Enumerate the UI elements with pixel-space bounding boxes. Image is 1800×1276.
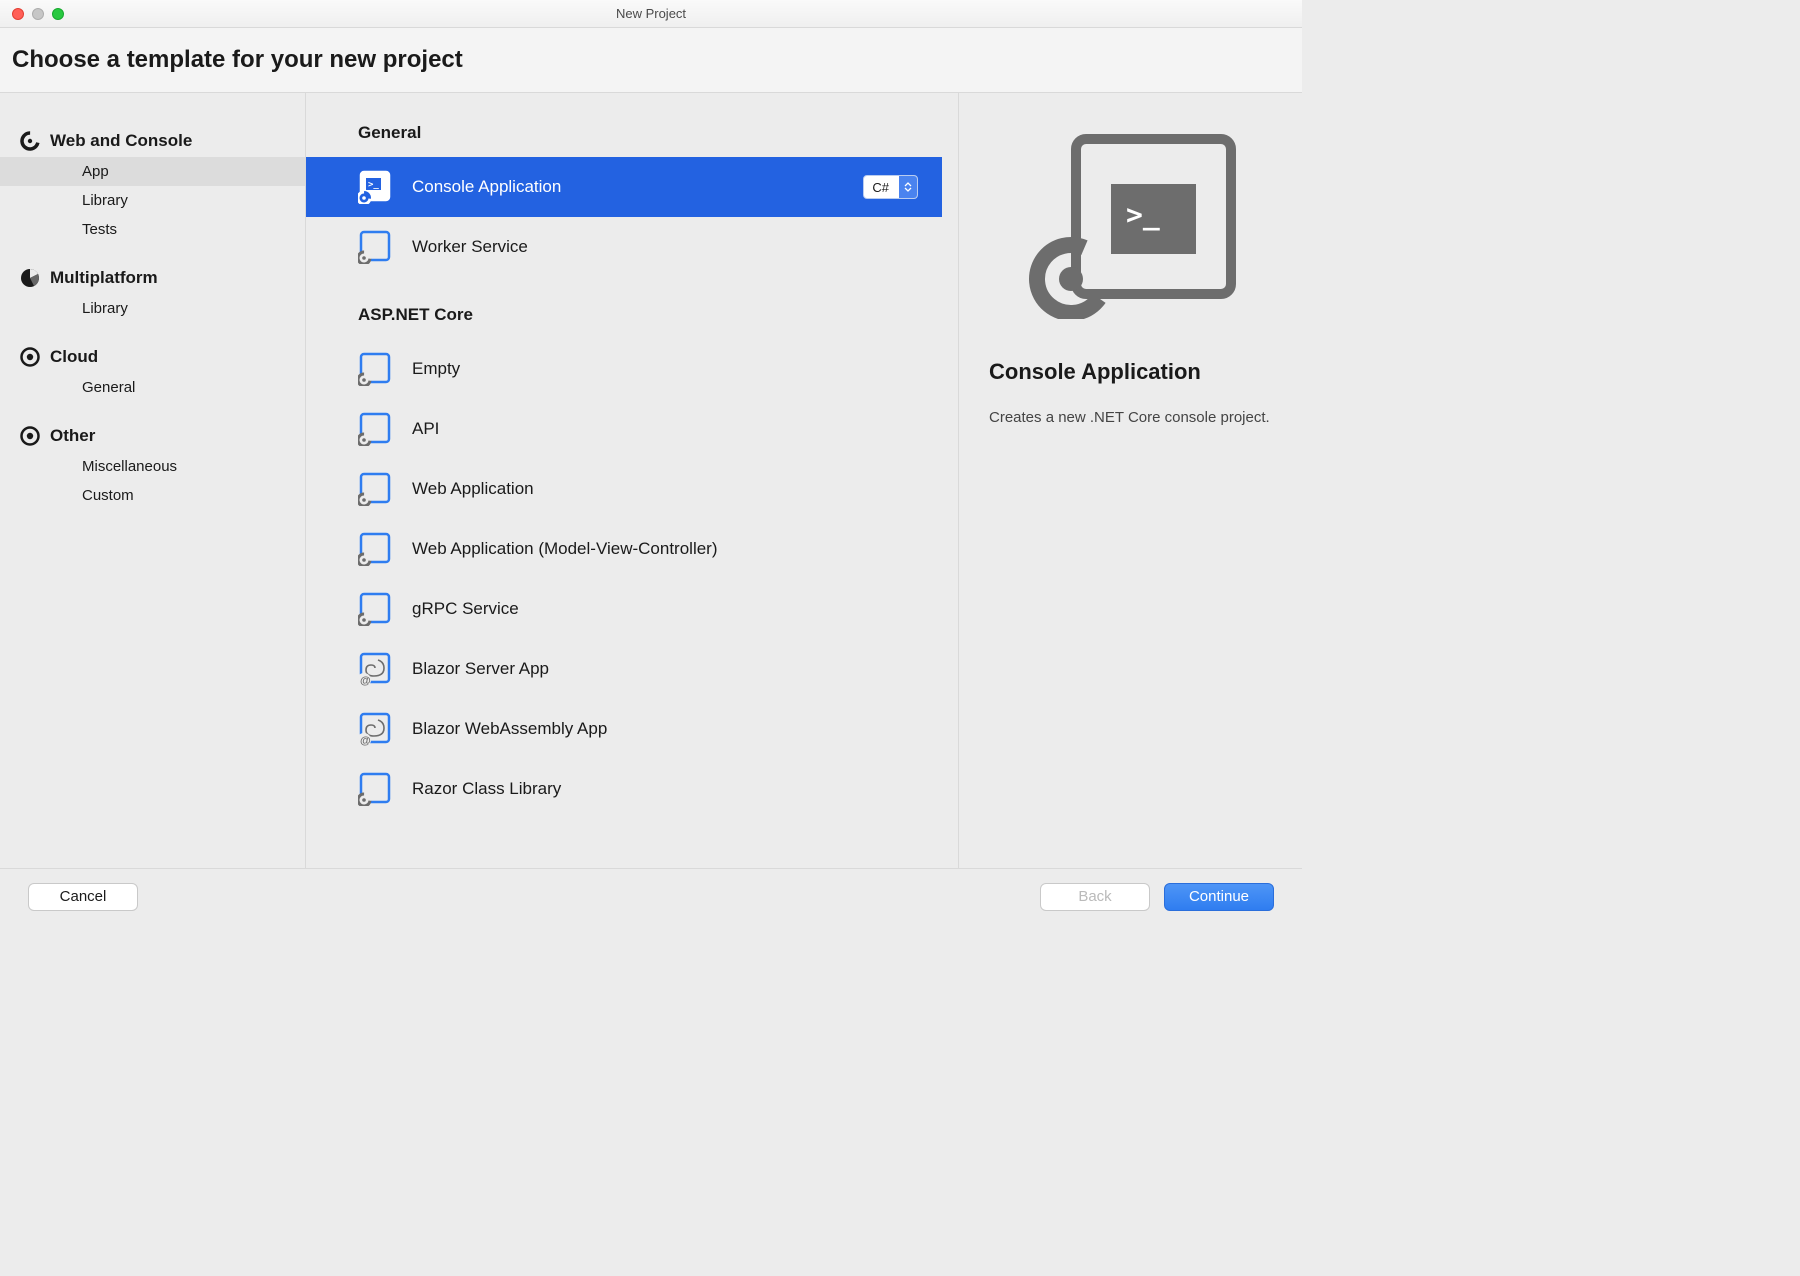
template-label: API xyxy=(412,419,918,439)
template-blazor-webassembly-app[interactable]: Blazor WebAssembly App xyxy=(306,699,942,759)
back-button[interactable]: Back xyxy=(1040,883,1150,911)
sidebar-item-library[interactable]: Library xyxy=(0,294,305,323)
dialog-footer: Cancel Back Continue xyxy=(0,868,1302,924)
content-area: Web and ConsoleAppLibraryTestsMultiplatf… xyxy=(0,93,1302,868)
sidebar-item-library[interactable]: Library xyxy=(0,186,305,215)
stepper-icon xyxy=(899,176,917,198)
sidebar-section-multiplatform[interactable]: Multiplatform xyxy=(0,262,305,294)
template-grpc-service[interactable]: gRPC Service xyxy=(306,579,942,639)
template-detail: >_ Console Application Creates a new .NE… xyxy=(958,93,1302,868)
sidebar-item-miscellaneous[interactable]: Miscellaneous xyxy=(0,452,305,481)
template-label: Web Application (Model-View-Controller) xyxy=(412,539,918,559)
template-blazor-server-app[interactable]: Blazor Server App xyxy=(306,639,942,699)
pie-icon xyxy=(20,268,40,288)
template-label: gRPC Service xyxy=(412,599,918,619)
sidebar-section-web-and-console[interactable]: Web and Console xyxy=(0,125,305,157)
template-console-application[interactable]: Console Application C# xyxy=(306,157,942,217)
target-icon xyxy=(20,347,40,367)
template-label: Empty xyxy=(412,359,918,379)
sidebar-section-other[interactable]: Other xyxy=(0,420,305,452)
spinner-icon xyxy=(20,131,40,151)
sidebar-section-label: Other xyxy=(50,426,95,446)
project-icon xyxy=(358,592,392,626)
project-icon xyxy=(358,412,392,446)
project-icon xyxy=(358,772,392,806)
sidebar-item-tests[interactable]: Tests xyxy=(0,215,305,244)
template-list[interactable]: GeneralConsole Application C# Worker Ser… xyxy=(306,93,958,868)
template-group-heading: ASP.NET Core xyxy=(306,277,942,339)
cancel-button[interactable]: Cancel xyxy=(28,883,138,911)
template-api[interactable]: API xyxy=(306,399,942,459)
template-razor-class-library[interactable]: Razor Class Library xyxy=(306,759,942,819)
language-value: C# xyxy=(864,180,899,195)
sidebar-section-label: Web and Console xyxy=(50,131,192,151)
template-worker-service[interactable]: Worker Service xyxy=(306,217,942,277)
project-icon xyxy=(358,230,392,264)
template-web-application[interactable]: Web Application xyxy=(306,459,942,519)
blazor-icon xyxy=(358,712,392,746)
titlebar: New Project xyxy=(0,0,1302,28)
template-label: Console Application xyxy=(412,177,843,197)
project-icon xyxy=(358,472,392,506)
template-empty[interactable]: Empty xyxy=(306,339,942,399)
template-label: Worker Service xyxy=(412,237,918,257)
sidebar-section-label: Multiplatform xyxy=(50,268,158,288)
sidebar-section-label: Cloud xyxy=(50,347,98,367)
sidebar-item-custom[interactable]: Custom xyxy=(0,481,305,510)
target-icon xyxy=(20,426,40,446)
template-web-application-model-view-controller-[interactable]: Web Application (Model-View-Controller) xyxy=(306,519,942,579)
template-label: Razor Class Library xyxy=(412,779,918,799)
template-group-heading: General xyxy=(306,115,942,157)
dialog-header: Choose a template for your new project xyxy=(0,28,1302,93)
template-label: Blazor WebAssembly App xyxy=(412,719,918,739)
sidebar-section-cloud[interactable]: Cloud xyxy=(0,341,305,373)
sidebar-item-general[interactable]: General xyxy=(0,373,305,402)
language-selector[interactable]: C# xyxy=(863,175,918,199)
continue-button[interactable]: Continue xyxy=(1164,883,1274,911)
page-title: Choose a template for your new project xyxy=(12,46,1290,74)
detail-title: Console Application xyxy=(989,359,1201,385)
template-label: Web Application xyxy=(412,479,918,499)
project-icon xyxy=(358,532,392,566)
sidebar-item-app[interactable]: App xyxy=(0,157,305,186)
project-icon xyxy=(358,352,392,386)
detail-preview-icon: >_ xyxy=(989,129,1272,319)
console-icon xyxy=(358,170,392,204)
svg-text:>_: >_ xyxy=(1126,198,1160,231)
template-label: Blazor Server App xyxy=(412,659,918,679)
blazor-icon xyxy=(358,652,392,686)
window-title: New Project xyxy=(0,6,1302,21)
category-sidebar: Web and ConsoleAppLibraryTestsMultiplatf… xyxy=(0,93,306,868)
detail-description: Creates a new .NET Core console project. xyxy=(989,407,1270,430)
